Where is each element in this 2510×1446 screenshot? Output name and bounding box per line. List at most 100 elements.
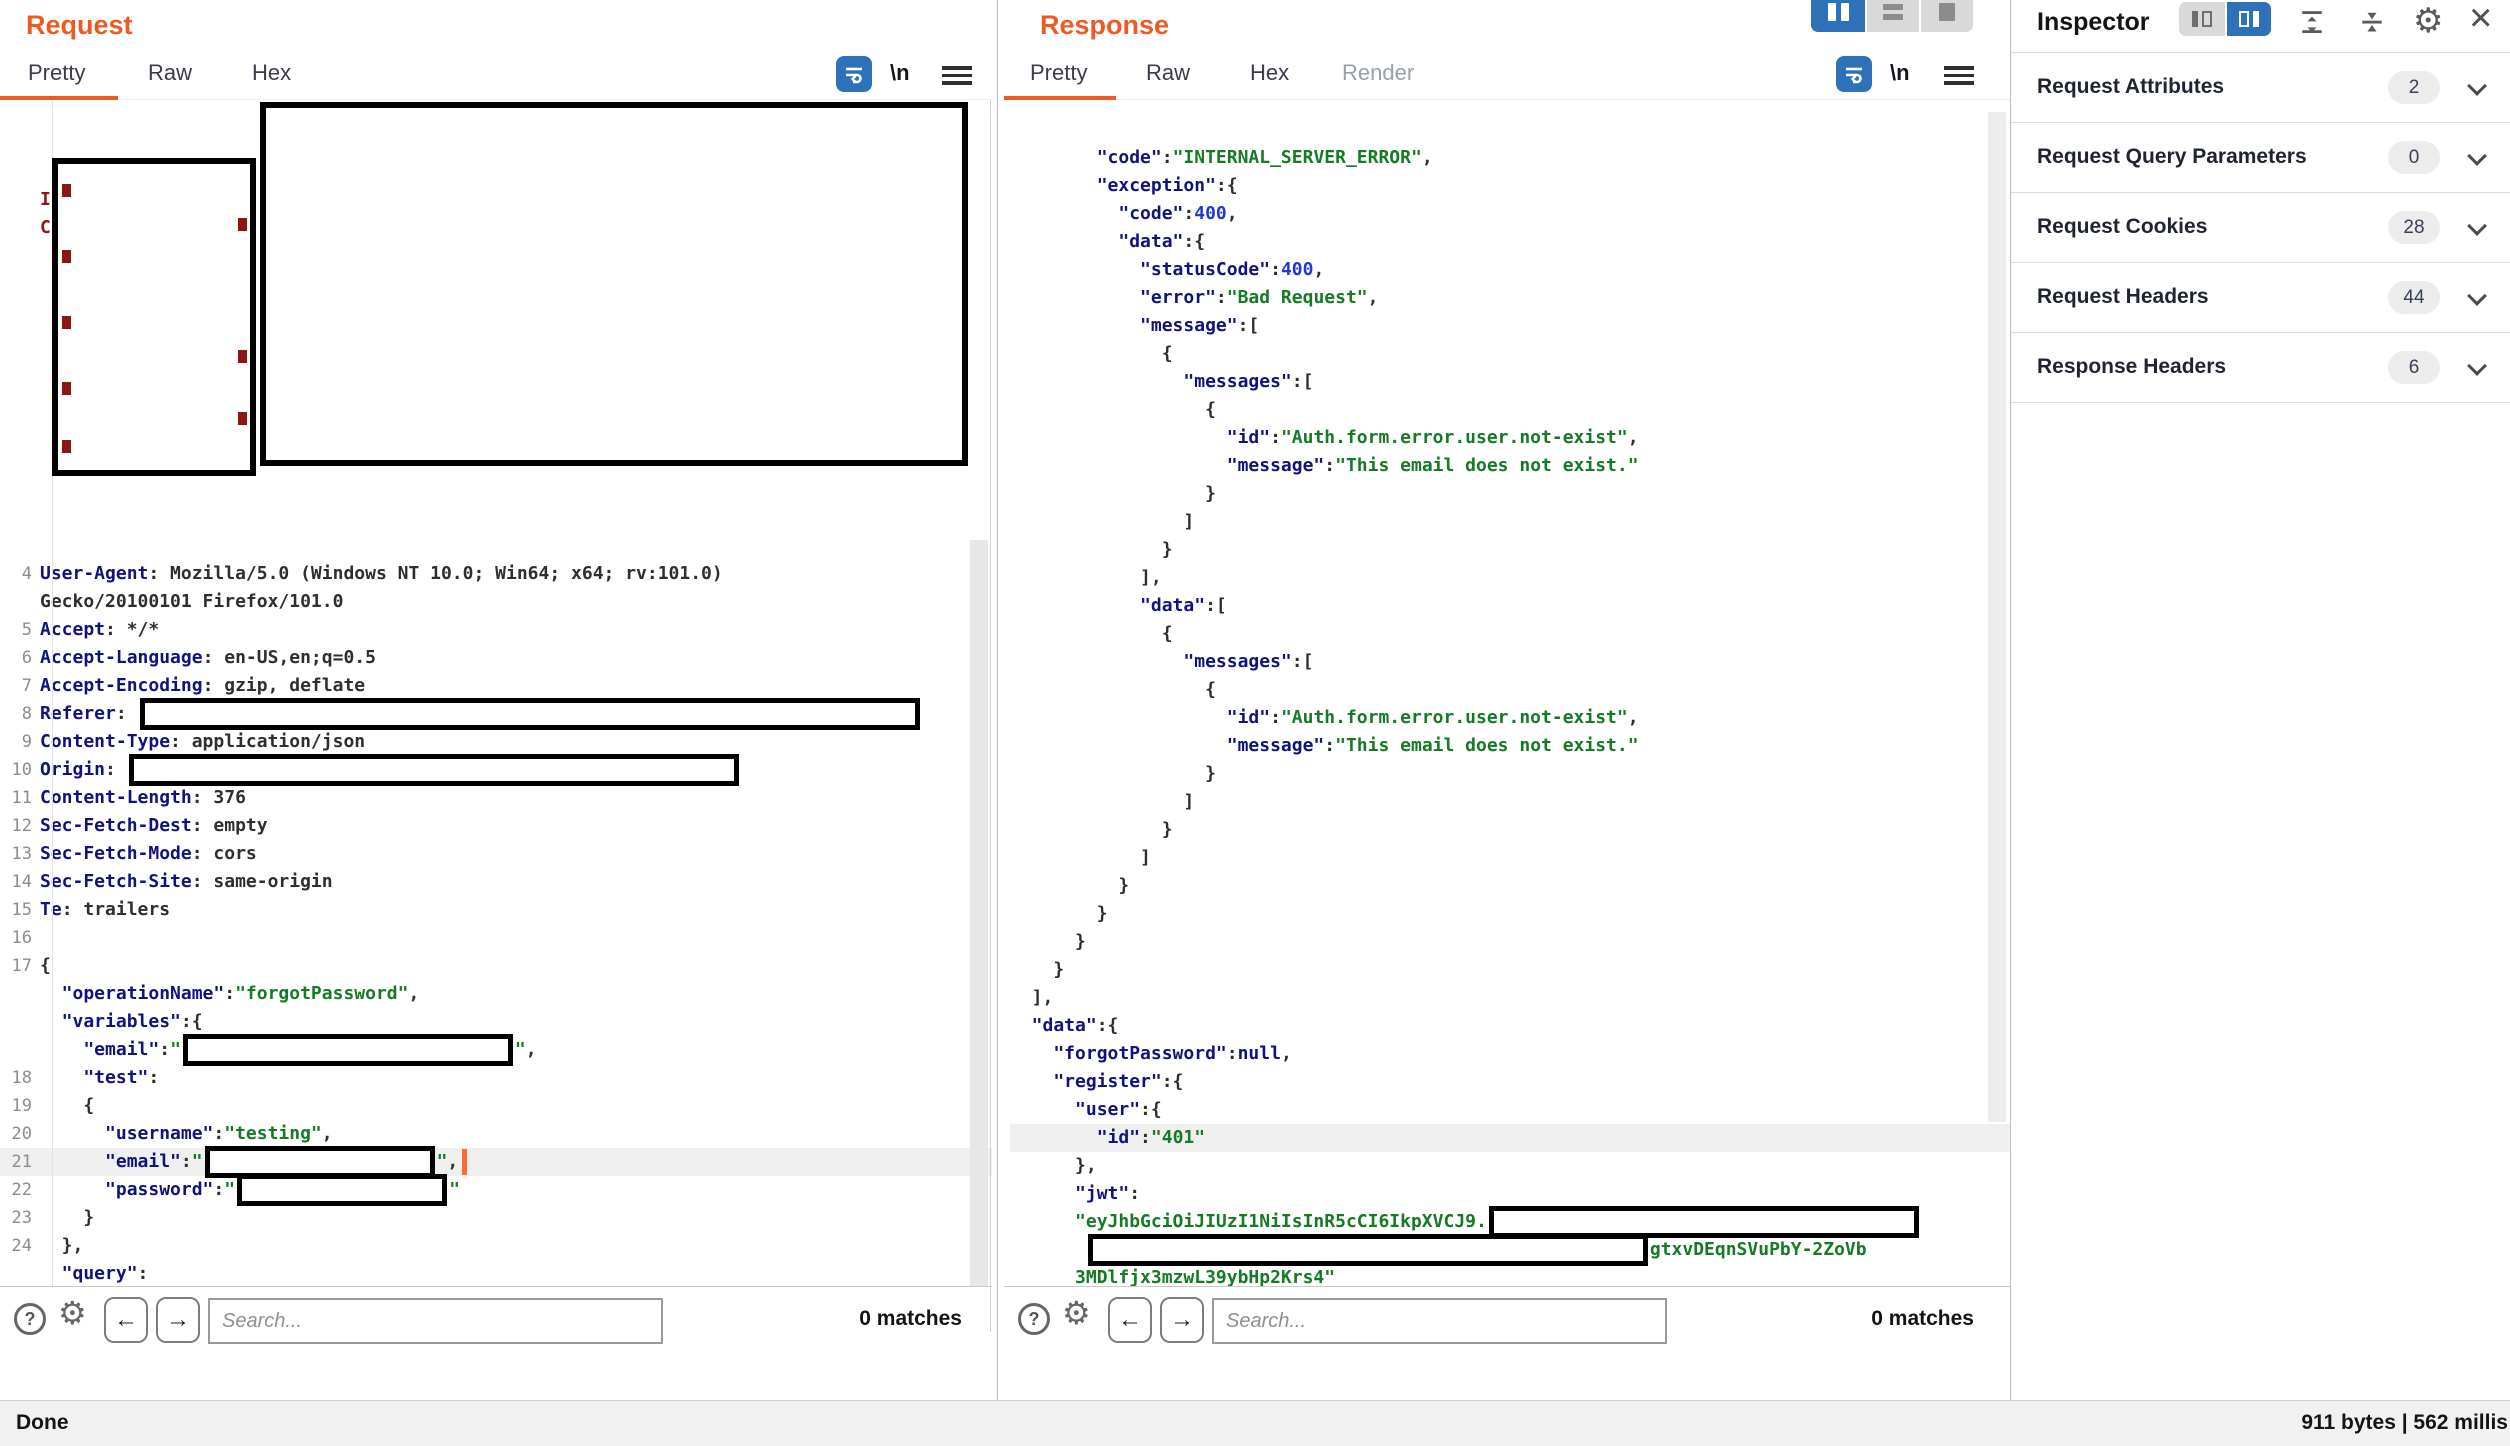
code-line[interactable]: "statusCode":400, — [1010, 256, 2010, 284]
code-line[interactable]: "messages":[ — [1010, 368, 2010, 396]
layout-single-button[interactable] — [1919, 0, 1973, 32]
code-line[interactable]: ], — [1010, 564, 2010, 592]
show-newlines-toggle[interactable]: \n — [890, 60, 910, 86]
code-line[interactable]: "exception":{ — [1010, 172, 2010, 200]
inspector-dock-left-button[interactable] — [2179, 2, 2225, 36]
request-scrollbar[interactable] — [970, 540, 988, 1286]
code-line[interactable]: } — [1010, 760, 2010, 788]
tab-hex[interactable]: Hex — [252, 60, 291, 86]
code-line[interactable]: 24 }, — [0, 1232, 992, 1260]
inspector-section-request-query-parameters[interactable]: Request Query Parameters0 — [2011, 123, 2510, 193]
chevron-down-icon[interactable] — [2467, 146, 2487, 166]
code-line[interactable]: 16 — [0, 924, 992, 952]
code-line[interactable]: "id":"Auth.form.error.user.not-exist", — [1010, 424, 2010, 452]
code-line[interactable]: "id":"401" — [1010, 1124, 2010, 1152]
collapse-all-icon[interactable] — [2359, 8, 2385, 36]
search-settings-gear-icon[interactable]: ⚙ — [58, 1297, 87, 1329]
response-search-input[interactable] — [1212, 1298, 1667, 1344]
tab-raw[interactable]: Raw — [1146, 60, 1190, 86]
panel-divider[interactable] — [997, 0, 998, 1400]
code-line[interactable]: "query": — [0, 1260, 992, 1286]
code-line[interactable]: "register":{ — [1010, 1068, 2010, 1096]
previous-match-button[interactable]: ← — [1108, 1297, 1152, 1343]
next-match-button[interactable]: → — [1160, 1297, 1204, 1343]
code-line[interactable]: } — [1010, 956, 2010, 984]
code-line[interactable]: } — [1010, 816, 2010, 844]
response-editor[interactable]: "code":"INTERNAL_SERVER_ERROR", "excepti… — [1004, 100, 2010, 1286]
layout-rows-button[interactable] — [1865, 0, 1919, 32]
code-line[interactable]: "data":{ — [1010, 228, 2010, 256]
code-line[interactable]: "forgotPassword":null, — [1010, 1040, 2010, 1068]
code-line[interactable]: } — [1010, 900, 2010, 928]
code-line[interactable]: 10Origin: — [0, 756, 992, 784]
chevron-down-icon[interactable] — [2467, 286, 2487, 306]
code-line[interactable]: "data":{ — [1010, 1012, 2010, 1040]
code-line[interactable]: } — [1010, 872, 2010, 900]
code-line[interactable]: { — [1010, 676, 2010, 704]
code-line[interactable]: 22 "password":"" — [0, 1176, 992, 1204]
code-line[interactable]: "variables":{ — [0, 1008, 992, 1036]
chevron-down-icon[interactable] — [2467, 216, 2487, 236]
previous-match-button[interactable]: ← — [104, 1297, 148, 1343]
code-line[interactable]: 14Sec-Fetch-Site: same-origin — [0, 868, 992, 896]
request-editor[interactable]: IuZ04fNSzFULreqCGhxmOoQ8WXmtL44User-Agen… — [0, 100, 992, 1286]
code-line[interactable]: "message":"This email does not exist." — [1010, 732, 2010, 760]
inspector-section-request-headers[interactable]: Request Headers44 — [2011, 263, 2510, 333]
code-line[interactable]: 21 "email":"", — [0, 1148, 992, 1176]
chevron-down-icon[interactable] — [2467, 76, 2487, 96]
code-line[interactable]: 15Te: trailers — [0, 896, 992, 924]
code-line[interactable]: { — [1010, 396, 2010, 424]
code-line[interactable]: 19 { — [0, 1092, 992, 1120]
code-line[interactable]: } — [1010, 536, 2010, 564]
next-match-button[interactable]: → — [156, 1297, 200, 1343]
code-line[interactable]: "code":400, — [1010, 200, 2010, 228]
code-line[interactable]: 5Accept: */* — [0, 616, 992, 644]
code-line[interactable]: "user":{ — [1010, 1096, 2010, 1124]
tab-hex[interactable]: Hex — [1250, 60, 1289, 86]
code-line[interactable]: { — [1010, 340, 2010, 368]
code-line[interactable]: gtxvDEqnSVuPbY-2ZoVb — [1010, 1236, 2010, 1264]
code-line[interactable]: Gecko/20100101 Firefox/101.0 — [0, 588, 992, 616]
response-scrollbar[interactable] — [1988, 112, 2006, 1122]
code-line[interactable]: }, — [1010, 1152, 2010, 1180]
code-line[interactable]: } — [1010, 928, 2010, 956]
tab-pretty[interactable]: Pretty — [1030, 60, 1087, 86]
chevron-down-icon[interactable] — [2467, 356, 2487, 376]
menu-icon[interactable] — [1944, 62, 1974, 86]
code-line[interactable]: 11Content-Length: 376 — [0, 784, 992, 812]
code-line[interactable]: "email":"", — [0, 1036, 992, 1064]
tab-render[interactable]: Render — [1342, 60, 1414, 86]
code-line[interactable]: { — [1010, 620, 2010, 648]
code-line[interactable]: ] — [1010, 508, 2010, 536]
code-line[interactable]: "messages":[ — [1010, 648, 2010, 676]
code-line[interactable]: 18 "test": — [0, 1064, 992, 1092]
code-line[interactable]: 6Accept-Language: en-US,en;q=0.5 — [0, 644, 992, 672]
code-line[interactable]: } — [1010, 480, 2010, 508]
code-line[interactable]: "eyJhbGciOiJIUzI1NiIsInR5cCI6IkpXVCJ9. — [1010, 1208, 2010, 1236]
inspector-section-request-attributes[interactable]: Request Attributes2 — [2011, 53, 2510, 123]
inspector-section-request-cookies[interactable]: Request Cookies28 — [2011, 193, 2510, 263]
code-line[interactable]: "id":"Auth.form.error.user.not-exist", — [1010, 704, 2010, 732]
layout-columns-button[interactable] — [1811, 0, 1865, 32]
code-line[interactable]: 7Accept-Encoding: gzip, deflate — [0, 672, 992, 700]
tab-pretty[interactable]: Pretty — [28, 60, 85, 86]
search-settings-gear-icon[interactable]: ⚙ — [1062, 1297, 1091, 1329]
soft-wrap-button[interactable] — [1836, 56, 1872, 92]
request-search-input[interactable] — [208, 1298, 663, 1344]
code-line[interactable]: 23 } — [0, 1204, 992, 1232]
code-line[interactable]: "data":[ — [1010, 592, 2010, 620]
code-line[interactable]: 4User-Agent: Mozilla/5.0 (Windows NT 10.… — [0, 560, 992, 588]
code-line[interactable]: 13Sec-Fetch-Mode: cors — [0, 840, 992, 868]
inspector-section-response-headers[interactable]: Response Headers6 — [2011, 333, 2510, 403]
code-line[interactable]: ] — [1010, 788, 2010, 816]
help-icon[interactable]: ? — [14, 1303, 46, 1335]
help-icon[interactable]: ? — [1018, 1303, 1050, 1335]
code-line[interactable]: "code":"INTERNAL_SERVER_ERROR", — [1010, 144, 2010, 172]
code-line[interactable]: 12Sec-Fetch-Dest: empty — [0, 812, 992, 840]
code-line[interactable]: 20 "username":"testing", — [0, 1120, 992, 1148]
inspector-settings-gear-icon[interactable]: ⚙ — [2413, 4, 2443, 38]
code-line[interactable]: 17{ — [0, 952, 992, 980]
code-line[interactable]: 9Content-Type: application/json — [0, 728, 992, 756]
code-line[interactable]: "jwt": — [1010, 1180, 2010, 1208]
code-line[interactable]: ] — [1010, 844, 2010, 872]
